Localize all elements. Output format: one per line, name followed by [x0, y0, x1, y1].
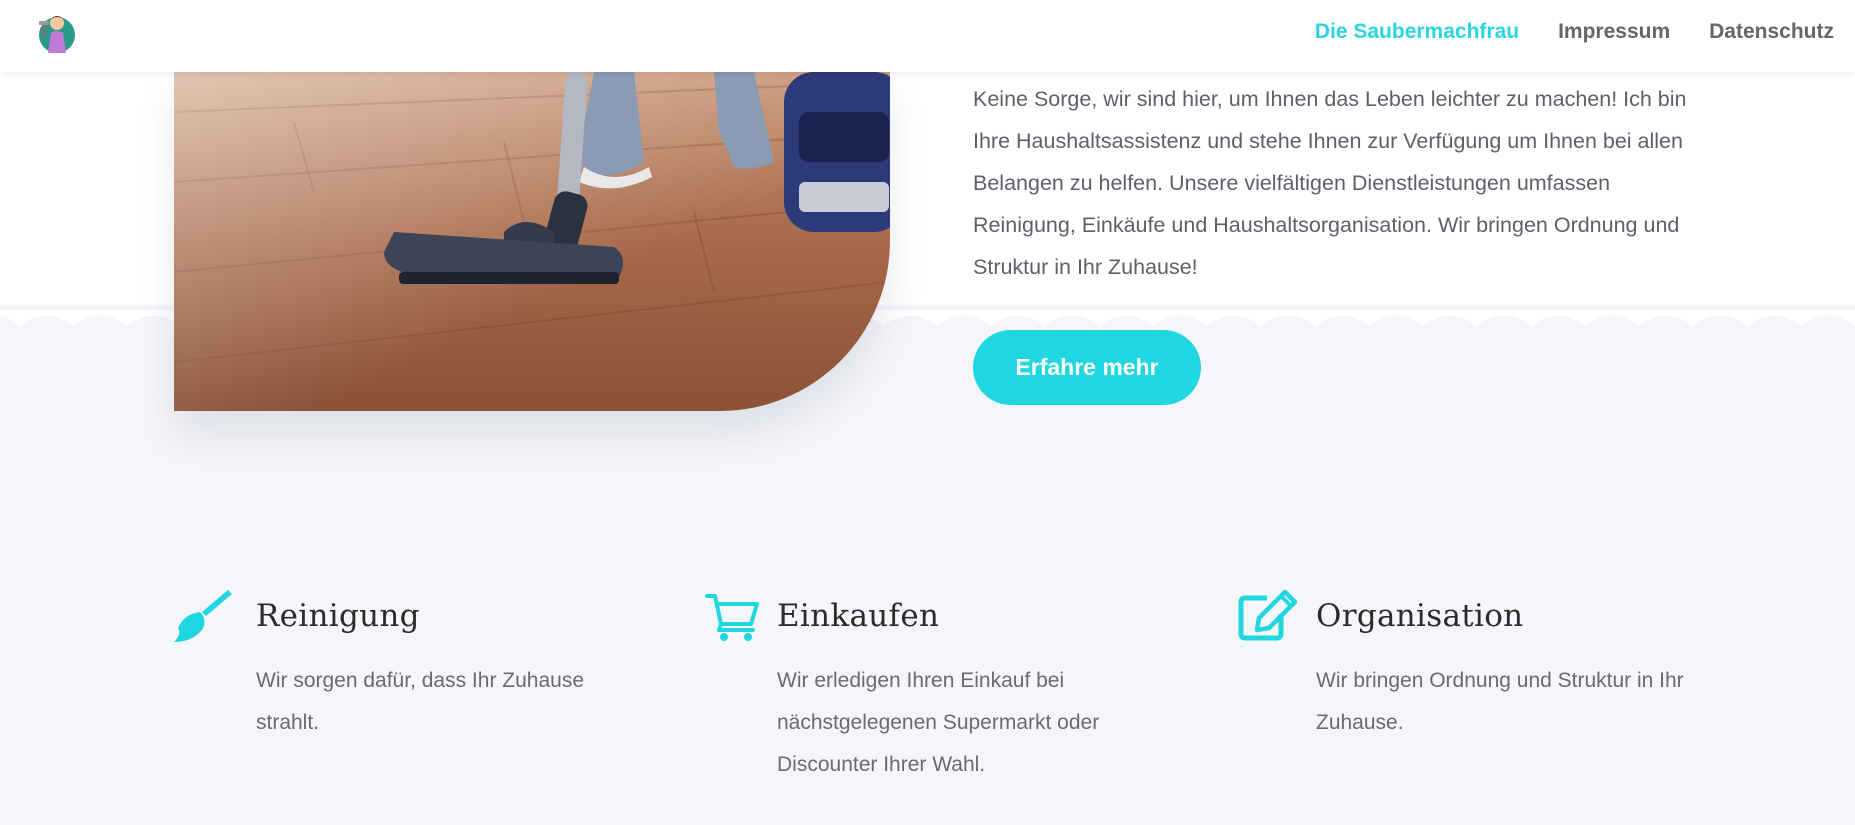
feature-title: Reinigung: [256, 598, 420, 634]
edit-icon: [1238, 590, 1297, 641]
feature-title: Organisation: [1316, 598, 1524, 634]
main-nav: Die Saubermachfrau Impressum Datenschutz: [1315, 18, 1834, 46]
feature-text: Wir sorgen dafür, dass Ihr Zuhause strah…: [256, 669, 584, 734]
nav-link-datenschutz[interactable]: Datenschutz: [1709, 18, 1834, 46]
nav-link-impressum[interactable]: Impressum: [1558, 18, 1670, 46]
feature-text: Wir bringen Ordnung und Struktur in Ihr …: [1316, 669, 1684, 734]
erfahre-mehr-button[interactable]: Erfahre mehr: [973, 330, 1201, 405]
feature-text: Wir erledigen Ihren Einkauf bei nächstge…: [777, 669, 1100, 776]
logo[interactable]: [33, 9, 81, 57]
shopping-cart-icon: [705, 594, 759, 641]
hero-image: [174, 72, 890, 411]
broom-icon: [174, 590, 232, 642]
feature-title: Einkaufen: [777, 598, 940, 634]
site-header: Die Saubermachfrau Impressum Datenschutz: [0, 0, 1855, 72]
nav-link-die-saubermachfrau[interactable]: Die Saubermachfrau: [1315, 18, 1519, 46]
hero-description: Keine Sorge, wir sind hier, um Ihnen das…: [973, 87, 1687, 279]
